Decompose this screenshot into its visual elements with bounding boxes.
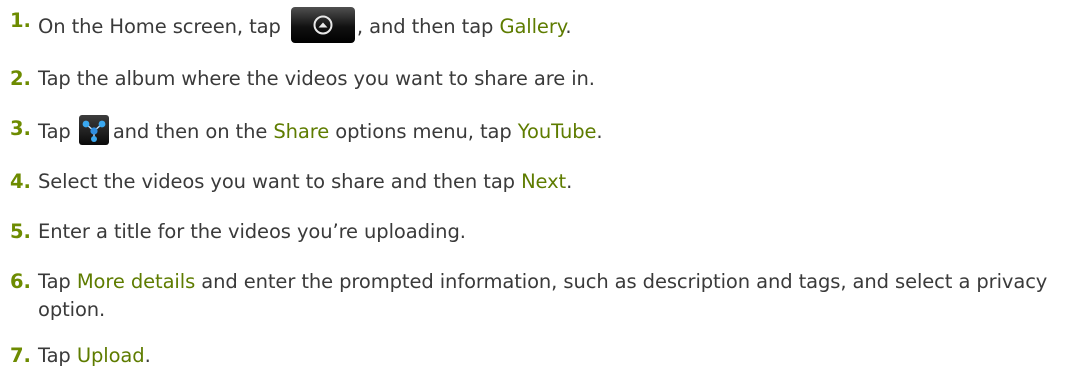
step-number: 1. xyxy=(10,9,31,32)
more-details-label: More details xyxy=(76,270,196,293)
step-number: 2. xyxy=(10,67,31,90)
step-number: 4. xyxy=(10,170,31,193)
step-text: . xyxy=(596,120,603,143)
step-text: and then on the xyxy=(112,120,268,143)
step-text: On the Home screen, tap xyxy=(38,15,281,38)
step-3: 3. Tap and then on the Share options men… xyxy=(10,115,1080,146)
upload-label: Upload xyxy=(76,344,145,367)
step-number: 5. xyxy=(10,220,31,243)
step-text: . xyxy=(566,170,573,193)
step-1: 1. On the Home screen, tap , and then ta… xyxy=(10,7,1080,43)
step-text: . xyxy=(144,344,151,367)
step-text: Select the videos you want to share and … xyxy=(38,170,515,193)
step-number: 3. xyxy=(10,117,31,140)
step-text: Enter a title for the videos you’re uplo… xyxy=(38,220,466,243)
share-icon xyxy=(78,115,109,145)
step-text: options menu, tap xyxy=(335,120,512,143)
step-text: Tap xyxy=(38,344,71,367)
step-5: 5. Enter a title for the videos you’re u… xyxy=(10,218,1080,246)
instruction-list: 1. On the Home screen, tap , and then ta… xyxy=(10,7,1080,392)
step-4: 4. Select the videos you want to share a… xyxy=(10,168,1080,196)
step-text: . xyxy=(565,15,572,38)
step-text: Tap xyxy=(38,270,71,293)
step-7: 7. Tap Upload. xyxy=(10,342,1080,370)
step-text: Tap the album where the videos you want … xyxy=(38,67,595,90)
all-apps-up-arrow-icon xyxy=(290,7,355,43)
step-2: 2. Tap the album where the videos you wa… xyxy=(10,65,1080,93)
step-number: 7. xyxy=(10,344,31,367)
step-6: 6. Tap More details and enter the prompt… xyxy=(10,268,1080,324)
youtube-label: YouTube xyxy=(517,120,597,143)
gallery-label: Gallery xyxy=(499,15,566,38)
step-text: , and then tap xyxy=(356,15,494,38)
share-label: Share xyxy=(273,120,330,143)
step-number: 6. xyxy=(10,270,31,293)
step-text: Tap xyxy=(38,120,71,143)
next-label: Next xyxy=(521,170,567,193)
